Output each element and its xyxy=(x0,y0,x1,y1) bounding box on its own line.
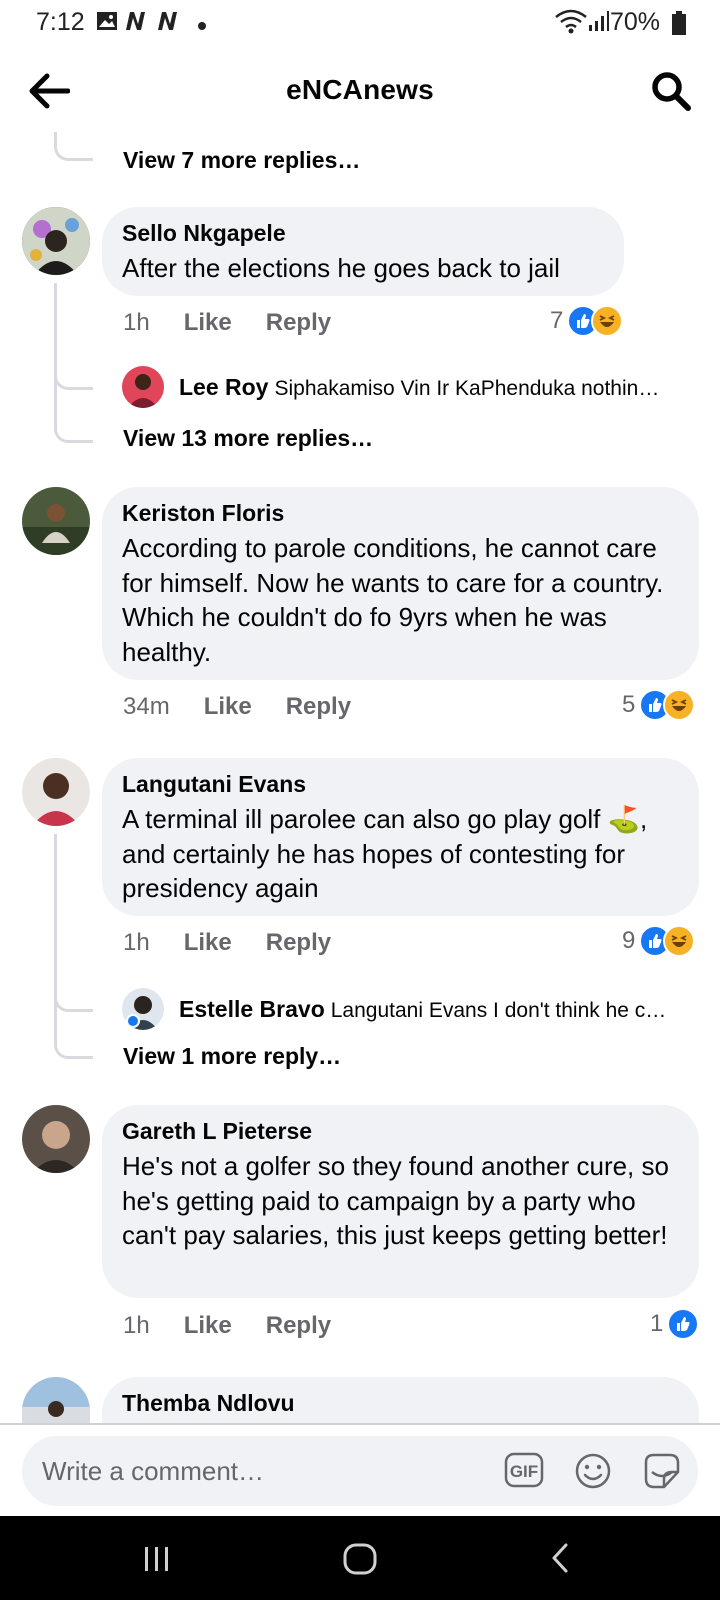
reply-preview[interactable]: Lee Roy Siphakamiso Vin Ir KaPhenduka not… xyxy=(179,374,659,401)
avatar[interactable] xyxy=(22,207,90,275)
sticker-icon[interactable] xyxy=(642,1452,682,1490)
divider xyxy=(0,1423,720,1425)
avatar[interactable] xyxy=(22,487,90,555)
recent-apps-icon[interactable] xyxy=(142,1544,172,1579)
reaction-count: 1 xyxy=(650,1310,664,1337)
cellular-signal-icon xyxy=(588,10,610,37)
avatar[interactable] xyxy=(122,366,164,408)
comment-author[interactable]: Keriston Floris xyxy=(122,499,679,527)
comment-text: A terminal ill parolee can also go play … xyxy=(122,804,648,903)
comment-actions: 1h Like Reply xyxy=(123,1312,365,1340)
comment-time: 1h xyxy=(123,929,150,956)
reply-text: Langutani Evans I don't think he c… xyxy=(330,999,667,1022)
system-back-icon[interactable] xyxy=(548,1542,572,1579)
reply-button[interactable]: Reply xyxy=(266,929,331,956)
like-button[interactable]: Like xyxy=(184,1312,232,1339)
reaction-count: 9 xyxy=(622,927,636,954)
page-title: eNCAnews xyxy=(286,74,434,105)
emoji-icon[interactable] xyxy=(574,1452,612,1490)
haha-reaction-icon xyxy=(663,689,696,721)
view-more-replies-link[interactable]: View 1 more reply… xyxy=(123,1043,341,1070)
home-icon[interactable] xyxy=(342,1542,378,1581)
comment-input[interactable]: Write a comment… xyxy=(42,1456,264,1487)
view-more-replies-link[interactable]: View 13 more replies… xyxy=(123,425,373,452)
like-reaction-icon xyxy=(667,1308,700,1340)
comment-author[interactable]: Langutani Evans xyxy=(122,770,679,798)
reaction-summary[interactable]: 7 xyxy=(550,305,624,337)
reaction-count: 5 xyxy=(622,691,636,718)
reply-text: Siphakamiso Vin Ir KaPhenduka nothin… xyxy=(274,377,660,400)
reaction-summary[interactable]: 1 xyxy=(650,1308,700,1340)
comment-author[interactable]: Gareth L Pieterse xyxy=(122,1117,679,1145)
thread-connector xyxy=(54,410,93,443)
comment-time: 1h xyxy=(123,1312,150,1339)
reply-button[interactable]: Reply xyxy=(266,1312,331,1339)
gif-label: GIF xyxy=(510,1462,538,1481)
comment-author[interactable]: Themba Ndlovu xyxy=(122,1389,679,1417)
page-header: eNCAnews xyxy=(0,52,720,128)
battery-icon xyxy=(672,11,686,40)
reaction-summary[interactable]: 9 xyxy=(622,925,696,957)
netflix-n-icon xyxy=(124,10,150,37)
thread-connector xyxy=(54,1026,93,1059)
status-bar: 7:12 70% xyxy=(0,0,720,46)
comment-text: After the elections he goes back to jail xyxy=(122,253,560,283)
haha-reaction-icon xyxy=(663,925,696,957)
comment-time: 34m xyxy=(123,693,170,720)
wifi-icon xyxy=(554,8,588,39)
comment-text: According to parole conditions, he canno… xyxy=(122,533,664,667)
like-button[interactable]: Like xyxy=(184,309,232,336)
avatar[interactable] xyxy=(22,1105,90,1173)
battery-percent: 70% xyxy=(609,8,660,36)
thread-connector xyxy=(54,132,93,161)
avatar[interactable] xyxy=(122,988,164,1030)
avatar[interactable] xyxy=(22,1377,90,1423)
gif-button[interactable]: GIF xyxy=(504,1452,544,1488)
system-nav-bar xyxy=(0,1516,720,1600)
comment-actions: 1h Like Reply xyxy=(123,309,365,337)
thread-line xyxy=(54,834,57,1039)
comment-composer[interactable]: Write a comment… GIF xyxy=(22,1436,698,1506)
notification-dot-icon xyxy=(198,17,206,35)
comment-actions: 1h Like Reply xyxy=(123,929,365,957)
comment-actions: 34m Like Reply xyxy=(123,693,385,721)
reply-button[interactable]: Reply xyxy=(266,309,331,336)
reply-author: Lee Roy xyxy=(179,374,269,400)
avatar[interactable] xyxy=(22,758,90,826)
comment-author[interactable]: Sello Nkgapele xyxy=(122,219,604,247)
status-time: 7:12 xyxy=(36,8,85,36)
comment-text: He's not a golfer so they found another … xyxy=(122,1151,669,1250)
search-icon[interactable] xyxy=(650,70,692,112)
reply-button[interactable]: Reply xyxy=(286,693,351,720)
reaction-summary[interactable]: 5 xyxy=(622,689,696,721)
thread-connector xyxy=(54,357,93,390)
view-more-replies-link[interactable]: View 7 more replies… xyxy=(123,147,360,174)
comment-bubble[interactable]: Themba Ndlovu xyxy=(102,1377,699,1423)
like-button[interactable]: Like xyxy=(204,693,252,720)
comment-time: 1h xyxy=(123,309,150,336)
like-button[interactable]: Like xyxy=(184,929,232,956)
reply-preview[interactable]: Estelle Bravo Langutani Evans I don't thi… xyxy=(179,996,666,1023)
gallery-icon xyxy=(96,10,118,37)
comment-bubble[interactable]: Sello Nkgapele After the elections he go… xyxy=(102,207,624,296)
thread-connector xyxy=(54,979,93,1012)
comment-bubble[interactable]: Gareth L Pieterse He's not a golfer so t… xyxy=(102,1105,699,1298)
haha-reaction-icon xyxy=(591,305,624,337)
reply-author: Estelle Bravo xyxy=(179,996,325,1022)
comment-bubble[interactable]: Langutani Evans A terminal ill parolee c… xyxy=(102,758,699,916)
netflix-n-icon xyxy=(156,10,182,37)
comment-bubble[interactable]: Keriston Floris According to parole cond… xyxy=(102,487,699,680)
reaction-count: 7 xyxy=(550,307,564,334)
